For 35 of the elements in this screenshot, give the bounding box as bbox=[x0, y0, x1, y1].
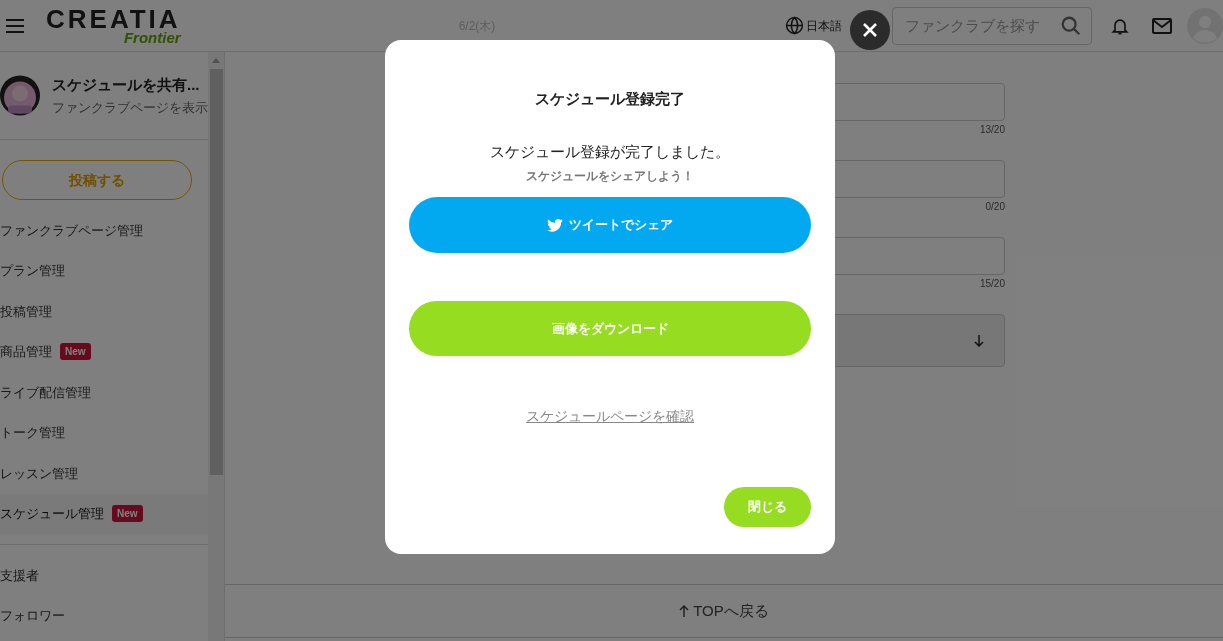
modal-sub-message: スケジュールをシェアしよう！ bbox=[526, 168, 694, 185]
new-badge: New bbox=[112, 505, 143, 523]
logo-title[interactable]: CREATIA bbox=[46, 6, 181, 32]
tweet-share-button[interactable]: ツイートでシェア bbox=[409, 197, 811, 253]
sidebar-item[interactable]: トーク管理 bbox=[0, 412, 208, 453]
arrow-down-icon bbox=[974, 334, 984, 347]
character-counter: 13/20 bbox=[979, 123, 1005, 137]
character-counter: 15/20 bbox=[979, 277, 1005, 291]
modal-title: スケジュール登録完了 bbox=[535, 89, 685, 109]
sidebar-item[interactable]: ライブ配信管理 bbox=[0, 372, 208, 413]
sidebar-item[interactable]: 投稿管理 bbox=[0, 291, 208, 332]
sidebar-item[interactable]: フォロワー bbox=[0, 596, 208, 636]
sidebar-item[interactable]: 支援者 bbox=[0, 556, 208, 596]
back-to-top-link[interactable]: TOPへ戻る bbox=[679, 599, 769, 623]
menu-icon[interactable] bbox=[6, 18, 24, 33]
arrow-up-icon bbox=[679, 605, 690, 617]
mail-icon[interactable] bbox=[1152, 17, 1172, 34]
sidebar-item[interactable]: レッスン管理 bbox=[0, 453, 208, 494]
globe-icon[interactable] bbox=[785, 16, 804, 35]
scrollbar-thumb[interactable] bbox=[209, 69, 223, 475]
close-icon[interactable] bbox=[850, 10, 890, 50]
schedule-page-link[interactable]: スケジュールページを確認 bbox=[526, 406, 694, 427]
search-icon[interactable] bbox=[1060, 14, 1082, 37]
character-counter: 0/20 bbox=[985, 200, 1005, 214]
profile-name[interactable]: スケジュールを共有... bbox=[52, 73, 208, 96]
fanclub-page-link[interactable]: ファンクラブページを表示 bbox=[52, 98, 208, 118]
new-badge: New bbox=[60, 343, 91, 361]
sidebar-item[interactable]: プラン管理 bbox=[0, 250, 208, 291]
sidebar-item[interactable]: スケジュール管理 New bbox=[0, 493, 208, 534]
bird-icon bbox=[547, 218, 563, 232]
profile-avatar-icon[interactable] bbox=[0, 75, 40, 116]
modal-message: スケジュール登録が完了しました。 bbox=[490, 141, 730, 162]
sidebar-item[interactable]: ファンクラブページ管理 bbox=[0, 210, 208, 251]
language-selector[interactable]: 日本語 bbox=[806, 16, 842, 35]
sidebar-item[interactable]: 商品管理 New bbox=[0, 331, 208, 372]
